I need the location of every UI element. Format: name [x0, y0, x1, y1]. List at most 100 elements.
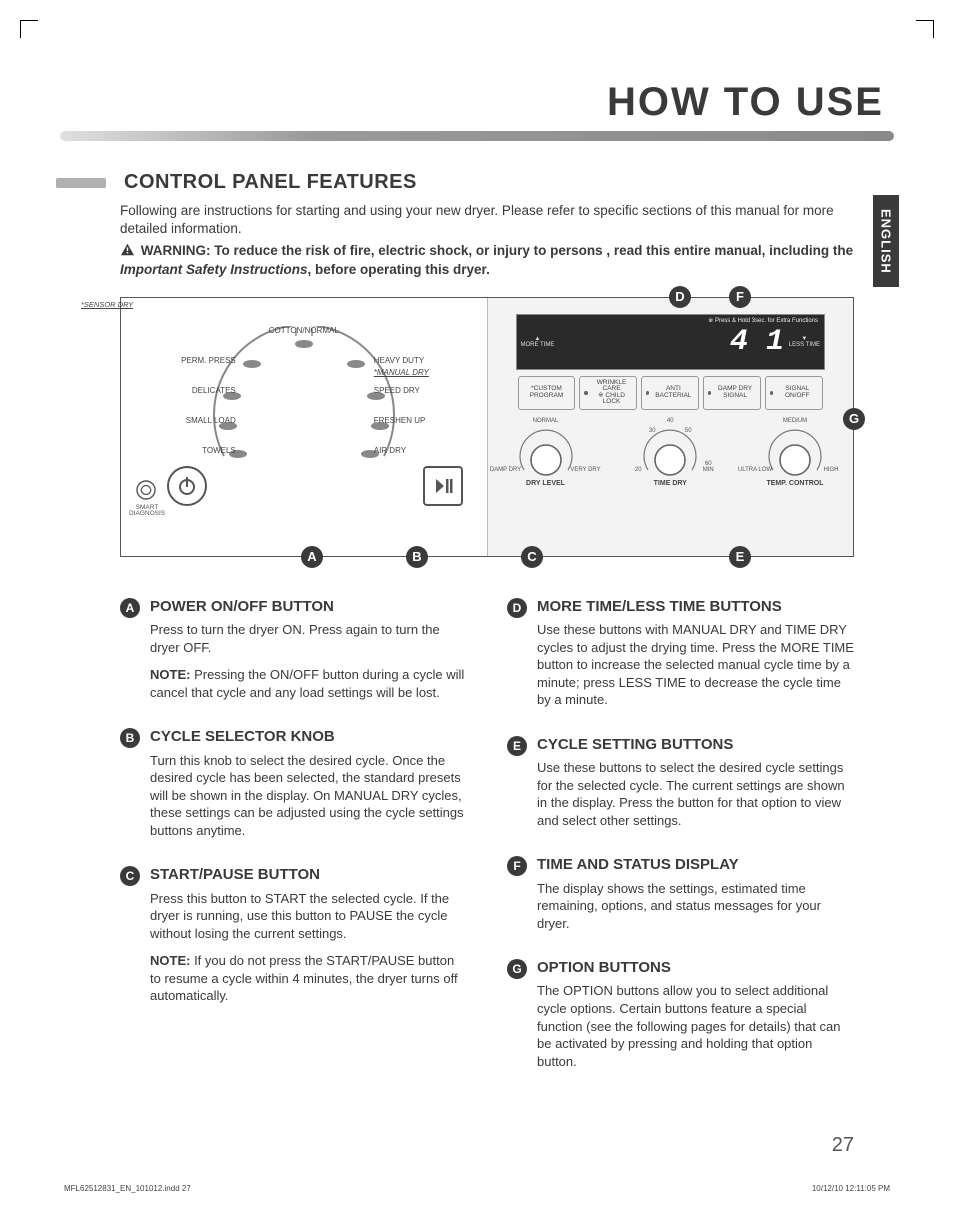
td-50: 50 [668, 428, 708, 434]
feature-para: Use these buttons with MANUAL DRY and TI… [537, 621, 854, 709]
control-panel-illustration: *SENSOR DRY [120, 297, 854, 557]
dl-right: VERY DRY [566, 467, 606, 473]
features-left-col: APOWER ON/OFF BUTTONPress to turn the dr… [120, 597, 467, 1096]
opt-damp: DAMP DRY SIGNAL [703, 376, 761, 410]
dial-arc-svg [204, 326, 404, 486]
section-heading: CONTROL PANEL FEATURES [124, 171, 417, 194]
smart-diagnosis-icon [135, 479, 157, 506]
tc-mid: MEDIUM [775, 418, 815, 424]
page: HOW TO USE ENGLISH CONTROL PANEL FEATURE… [60, 50, 894, 1165]
content: CONTROL PANEL FEATURES Following are ins… [60, 171, 894, 1096]
feature-item-E: ECYCLE SETTING BUTTONSUse these buttons … [507, 735, 854, 839]
feature-note: NOTE: If you do not press the START/PAUS… [150, 952, 467, 1005]
manual-dry-label: *MANUAL DRY [374, 368, 454, 377]
feature-title-D: MORE TIME/LESS TIME BUTTONS [537, 597, 854, 617]
feature-item-G: GOPTION BUTTONSThe OPTION buttons allow … [507, 958, 854, 1080]
more-time-text: MORE TIME [521, 342, 555, 348]
feature-para: Use these buttons to select the desired … [537, 759, 854, 829]
opt-anti: ANTI BACTERIAL [641, 376, 699, 410]
less-time-label: ▼LESS TIME [789, 336, 820, 348]
status-display: ※ Press & Hold 3sec. for Extra Functions… [516, 314, 826, 370]
feature-text-D: MORE TIME/LESS TIME BUTTONS Use these but… [537, 597, 854, 719]
feature-para: Press this button to START the selected … [150, 890, 467, 943]
crop-mark-tr [916, 20, 934, 38]
dl-left: DAMP DRY [486, 467, 526, 473]
dl-mid: NORMAL [526, 418, 566, 424]
feature-item-B: B CYCLE SELECTOR KNOBTurn this knob to se… [120, 727, 467, 849]
warning-prefix: WARNING: To reduce the risk of fire, ele… [141, 243, 853, 258]
section-lead-bar [56, 178, 106, 188]
feature-title-F: TIME AND STATUS DISPLAY [537, 855, 854, 875]
callout-E: E [729, 546, 751, 568]
feature-para: The OPTION buttons allow you to select a… [537, 982, 854, 1070]
time-dry-knob: 40 30 50 TIME DRY 20 60MIN [640, 428, 700, 487]
feature-text-A: POWER ON/OFF BUTTONPress to turn the dry… [150, 597, 467, 711]
feature-para: Turn this knob to select the desired cyc… [150, 752, 467, 840]
wc: WRINKLE CARE [597, 379, 627, 393]
language-tab: ENGLISH [873, 195, 899, 287]
footer-left: MFL62512831_EN_101012.indd 27 [64, 1184, 191, 1193]
dial-perm-press: PERM. PRESS [156, 356, 236, 365]
opt-anti-label: ANTI BACTERIAL [652, 386, 694, 399]
warning-text: WARNING: To reduce the risk of fire, ele… [120, 242, 854, 278]
feature-bullet-F: F [507, 856, 527, 876]
feature-title-C: START/PAUSE BUTTON [150, 865, 467, 885]
page-number: 27 [832, 1134, 854, 1157]
warning-italic: Important Safety Instructions [120, 262, 308, 277]
feature-text-F: TIME AND STATUS DISPLAYThe display shows… [537, 855, 854, 942]
dial-heavy-duty: HEAVY DUTY [374, 356, 454, 365]
page-title-bar: HOW TO USE [60, 80, 894, 125]
callout-F: F [729, 286, 751, 308]
dial-freshen-up: FRESHEN UP [374, 416, 454, 425]
td-60: 60MIN [688, 461, 728, 473]
features-right-col: DMORE TIME/LESS TIME BUTTONSUse these bu… [507, 597, 854, 1096]
feature-bullet-B: B [120, 728, 140, 748]
cl: ※ CHILD LOCK [598, 392, 625, 406]
opt-wrinkle-label: WRINKLE CARE※ CHILD LOCK [591, 380, 633, 406]
feature-bullet-C: C [120, 866, 140, 886]
dl-title: DRY LEVEL [516, 480, 576, 487]
sensor-dry-label: *SENSOR DRY [81, 300, 133, 309]
display-digits: 4 1 [730, 325, 784, 359]
display-hint: ※ Press & Hold 3sec. for Extra Functions [708, 317, 818, 324]
feature-item-C: C START/PAUSE BUTTON Press this button to … [120, 865, 467, 1015]
footer-right: 10/12/10 12:11:05 PM [812, 1184, 890, 1193]
temp-control-knob: MEDIUM TEMP. CONTROL ULTRA LOW HIGH [765, 428, 825, 487]
panel-right: ※ Press & Hold 3sec. for Extra Functions… [488, 298, 854, 556]
dry-level-knob: NORMAL DRY LEVEL DAMP DRY VERY DRY [516, 428, 576, 487]
panel-left: *SENSOR DRY [121, 298, 488, 556]
start-pause-button-illustration [423, 466, 463, 506]
warning-suffix: , before operating this dryer. [308, 262, 490, 277]
dial-speed-dry: SPEED DRY [374, 386, 454, 395]
td-title: TIME DRY [640, 480, 700, 487]
feature-text-E: CYCLE SETTING BUTTONS Use these buttons t… [537, 735, 854, 839]
callout-G: G [843, 408, 865, 430]
feature-text-C: START/PAUSE BUTTON Press this button to S… [150, 865, 467, 1015]
feature-para: Press to turn the dryer ON. Press again … [150, 621, 467, 656]
callout-A: A [301, 546, 323, 568]
cycle-dial: COTTON/NORMAL PERM. PRESS HEAVY DUTY *MA… [204, 326, 404, 486]
feature-text-B: CYCLE SELECTOR KNOBTurn this knob to sel… [150, 727, 467, 849]
features-columns: APOWER ON/OFF BUTTONPress to turn the dr… [120, 597, 854, 1096]
callout-C: C [521, 546, 543, 568]
opt-custom: *CUSTOM PROGRAM [518, 376, 576, 410]
crop-mark-tl [20, 20, 38, 38]
tc-left: ULTRA LOW [735, 467, 775, 473]
warning-icon [120, 243, 135, 256]
opt-custom-label: *CUSTOM PROGRAM [523, 386, 571, 399]
play-pause-icon [433, 476, 453, 496]
feature-item-F: F TIME AND STATUS DISPLAYThe display show… [507, 855, 854, 942]
opt-damp-label: DAMP DRY SIGNAL [714, 386, 756, 399]
opt-signal-label: SIGNAL ON/OFF [776, 386, 818, 399]
opt-wrinkle: WRINKLE CARE※ CHILD LOCK [579, 376, 637, 410]
page-title: HOW TO USE [607, 80, 894, 124]
title-underline [60, 131, 894, 141]
more-time-label: ▲MORE TIME [521, 336, 555, 348]
note-label: NOTE: [150, 953, 194, 968]
tc-right: HIGH [811, 467, 851, 473]
option-row: *CUSTOM PROGRAM WRINKLE CARE※ CHILD LOCK… [516, 376, 826, 410]
feature-text-G: OPTION BUTTONSThe OPTION buttons allow y… [537, 958, 854, 1080]
smart-diagnosis-label: SMART DIAGNOSIS [129, 505, 165, 518]
knob-row: NORMAL DRY LEVEL DAMP DRY VERY DRY 40 30… [516, 428, 826, 487]
feature-title-E: CYCLE SETTING BUTTONS [537, 735, 854, 755]
